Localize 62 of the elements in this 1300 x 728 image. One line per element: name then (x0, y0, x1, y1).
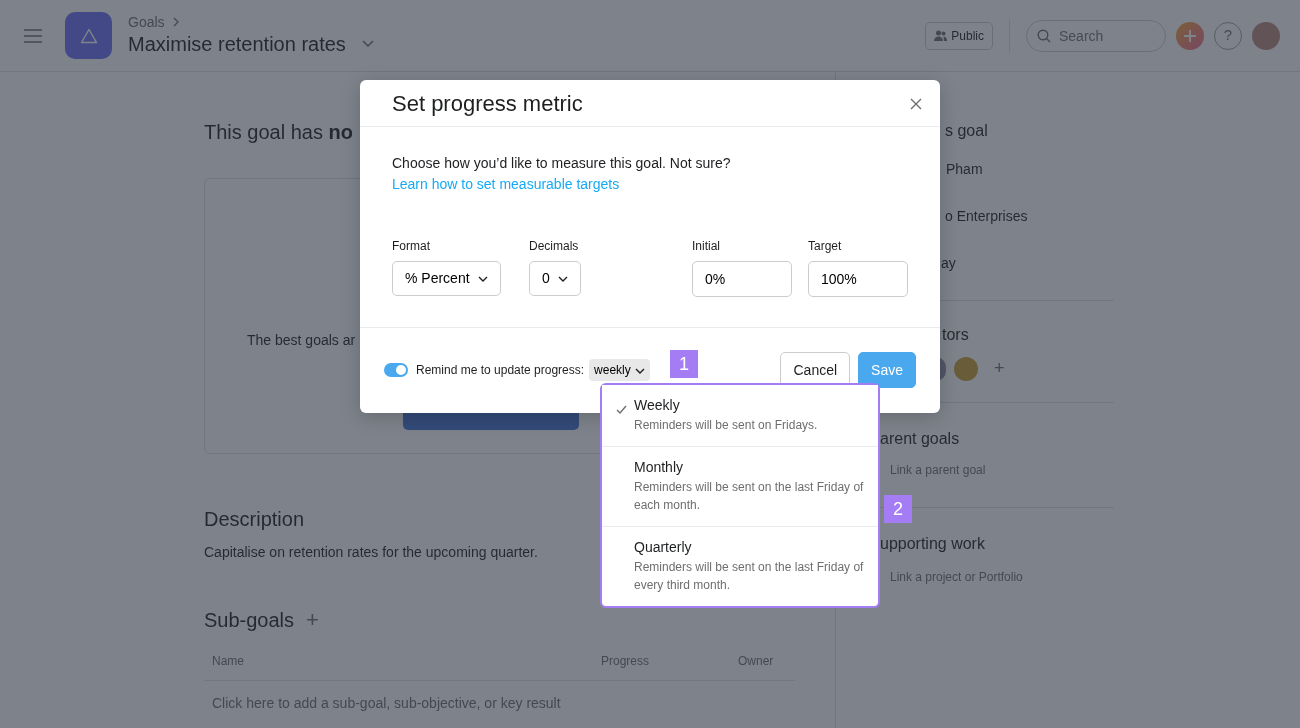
menu-option[interactable]: Quarterly Reminders will be sent on the last Friday of every third month. (602, 527, 878, 606)
add-subgoal-row[interactable]: Click here to add a sub-goal, sub-objective, or key result (212, 693, 561, 714)
section-heading: s goal (945, 121, 988, 141)
public-button[interactable]: Public (925, 21, 993, 50)
section-heading: Description (204, 507, 305, 532)
owner-name[interactable]: Pham (946, 159, 983, 180)
description-text: Capitalise on retention rates for the upcoming quarter. (204, 543, 538, 562)
section-heading: upporting work (880, 534, 985, 554)
step-marker: 2 (884, 495, 912, 523)
add-collaborator-button[interactable]: + (994, 355, 1005, 382)
chevron-down-icon (557, 276, 568, 283)
parent-goal-link[interactable]: Link a parent goal (890, 461, 986, 479)
select-field[interactable]: 0 (529, 261, 581, 296)
frequency-select[interactable]: weekly (589, 359, 650, 381)
team-name[interactable]: o Enterprises (945, 206, 1028, 227)
option-description: Reminders will be sent on the last Friday of every third month. (634, 559, 865, 594)
due-date[interactable]: ay (941, 253, 956, 274)
section-heading: arent goals (880, 429, 960, 449)
column-header: Name (212, 653, 245, 670)
option-label: Weekly (634, 396, 681, 415)
menu-option[interactable]: Monthly Reminders will be sent on the last Friday of each month. (602, 447, 878, 527)
column-header: Progress (601, 653, 651, 670)
input-field[interactable]: 0% (692, 261, 792, 297)
add-icon[interactable] (1176, 21, 1204, 50)
goal-title: Maximise retention rates (128, 31, 346, 57)
goal-logo (65, 12, 112, 59)
empty-state-text: The best goals ar (247, 331, 356, 350)
breadcrumb-link[interactable]: Goals (128, 14, 165, 31)
reminder-toggle[interactable] (384, 363, 408, 377)
avatar-icon (954, 356, 978, 381)
option-label: Quarterly (634, 538, 693, 557)
check-icon (616, 405, 627, 415)
option-label: Monthly (634, 458, 685, 477)
reminder-label: Remind me to update progress: (416, 362, 585, 379)
help-link[interactable]: Learn how to set measurable targets (392, 176, 620, 192)
chevron-down-icon (634, 367, 645, 374)
column-header: Owner (738, 653, 774, 670)
intro-text: Choose how you’d like to measure this goal. Not sure? Learn how to set measurable targets (392, 154, 732, 194)
section-heading: tors (942, 325, 969, 345)
dialog-title: Set progress metric (392, 90, 583, 118)
help-button[interactable]: ? (1214, 21, 1242, 50)
goal-status-heading: This goal has no (204, 120, 354, 144)
close-button[interactable] (908, 96, 924, 112)
chevron-right-icon (172, 17, 179, 28)
menu-icon[interactable] (24, 28, 42, 43)
avatar-icon[interactable] (1252, 21, 1280, 50)
step-marker: 1 (670, 350, 698, 378)
field-label: Initial (692, 238, 721, 255)
field-label: Format (392, 238, 431, 255)
input-field[interactable]: 100% (808, 261, 908, 297)
chevron-down-icon[interactable] (361, 40, 374, 48)
people-icon (934, 30, 948, 41)
chevron-down-icon (477, 276, 488, 283)
field-label: Target (808, 238, 843, 255)
menu-option[interactable]: Weekly Reminders will be sent on Fridays. (602, 385, 878, 447)
option-description: Reminders will be sent on Fridays. (634, 417, 818, 434)
option-description: Reminders will be sent on the last Friday of each month. (634, 479, 865, 514)
add-button[interactable]: + (306, 603, 319, 636)
field-label: Decimals (529, 238, 580, 255)
save-button[interactable]: Save (858, 352, 916, 388)
select-field[interactable]: % Percent (392, 261, 501, 296)
section-heading: Sub-goals (204, 607, 295, 633)
